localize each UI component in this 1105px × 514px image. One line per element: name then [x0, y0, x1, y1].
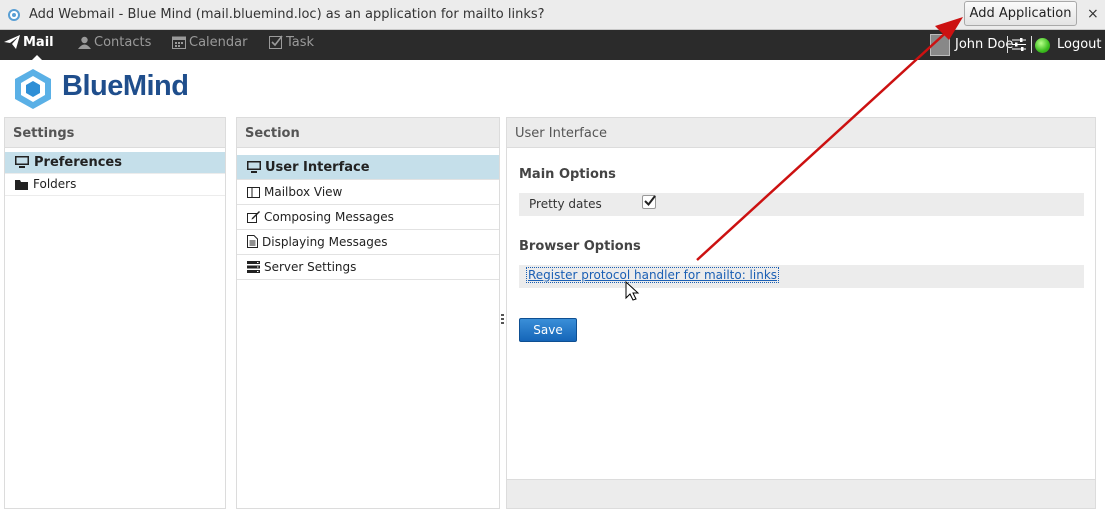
close-icon[interactable]: ×: [1087, 6, 1099, 22]
user-interface-form: Main Options Pretty dates Browser Option…: [507, 148, 1095, 478]
nav-contacts-label: Contacts: [94, 35, 152, 50]
checkbox-icon: [269, 35, 283, 49]
panel-splitter-handle[interactable]: [501, 314, 504, 326]
settings-item-label: Preferences: [34, 155, 122, 170]
status-indicator[interactable]: [1035, 38, 1050, 53]
bluemind-logo-icon: [15, 69, 51, 109]
user-interface-panel: User Interface Main Options Pretty dates…: [506, 117, 1096, 509]
monitor-icon: [15, 156, 29, 168]
panel-footer: [507, 479, 1095, 508]
section-item-server-settings[interactable]: Server Settings: [237, 255, 499, 280]
divider: [1007, 36, 1008, 53]
divider: [1031, 36, 1032, 53]
section-title: Section: [237, 118, 499, 148]
section-item-composing-messages[interactable]: Composing Messages: [237, 205, 499, 230]
section-panel: Section User Interface Mailbox View Comp…: [236, 117, 500, 509]
pretty-dates-label: Pretty dates: [529, 197, 602, 211]
settings-sliders-icon[interactable]: [1012, 38, 1026, 55]
nav-mail[interactable]: Mail: [4, 35, 54, 50]
nav-calendar-label: Calendar: [189, 35, 248, 50]
edit-icon: [247, 211, 260, 223]
user-interface-title: User Interface: [507, 118, 1095, 148]
section-item-displaying-messages[interactable]: Displaying Messages: [237, 230, 499, 255]
section-item-mailbox-view[interactable]: Mailbox View: [237, 180, 499, 205]
checkmark-icon: [644, 195, 656, 207]
section-item-user-interface[interactable]: User Interface: [237, 155, 499, 180]
active-nav-caret: [32, 55, 42, 60]
logout-link[interactable]: Logout: [1057, 37, 1102, 52]
register-handler-row: Register protocol handler for mailto: li…: [519, 265, 1084, 288]
section-item-label: Server Settings: [264, 260, 357, 274]
settings-item-folders[interactable]: Folders: [5, 174, 225, 196]
nav-task[interactable]: Task: [269, 35, 314, 50]
app-icon: [8, 9, 20, 21]
document-icon: [247, 235, 258, 248]
section-item-label: User Interface: [265, 160, 370, 175]
person-icon: [78, 36, 91, 49]
section-item-label: Composing Messages: [264, 210, 394, 224]
register-protocol-handler-link[interactable]: Register protocol handler for mailto: li…: [525, 267, 780, 283]
nav-calendar[interactable]: Calendar: [172, 35, 247, 50]
settings-item-label: Folders: [33, 177, 77, 191]
settings-item-preferences[interactable]: Preferences: [5, 152, 225, 174]
pretty-dates-checkbox[interactable]: [642, 195, 656, 209]
pretty-dates-row: Pretty dates: [519, 193, 1084, 216]
notification-bar: Add Webmail - Blue Mind (mail.bluemind.l…: [0, 0, 1105, 30]
nav-contacts[interactable]: Contacts: [78, 35, 151, 50]
browser-options-heading: Browser Options: [519, 239, 641, 254]
section-item-label: Mailbox View: [264, 185, 343, 199]
folder-icon: [15, 180, 28, 190]
settings-title: Settings: [5, 118, 225, 148]
server-icon: [247, 261, 260, 273]
save-button[interactable]: Save: [519, 318, 577, 342]
settings-panel: Settings Preferences Folders: [4, 117, 226, 509]
calendar-icon: [172, 36, 186, 49]
paper-plane-icon: [4, 35, 20, 49]
main-options-heading: Main Options: [519, 167, 616, 182]
nav-task-label: Task: [286, 35, 315, 50]
add-application-button[interactable]: Add Application: [964, 1, 1077, 26]
logo-text: BlueMind: [62, 70, 189, 102]
monitor-icon: [247, 161, 261, 173]
notification-message: Add Webmail - Blue Mind (mail.bluemind.l…: [29, 7, 545, 22]
nav-mail-label: Mail: [23, 35, 54, 50]
user-name[interactable]: John Doe: [955, 37, 1013, 52]
columns-icon: [247, 187, 260, 198]
section-item-label: Displaying Messages: [262, 235, 388, 249]
avatar[interactable]: [930, 34, 950, 56]
